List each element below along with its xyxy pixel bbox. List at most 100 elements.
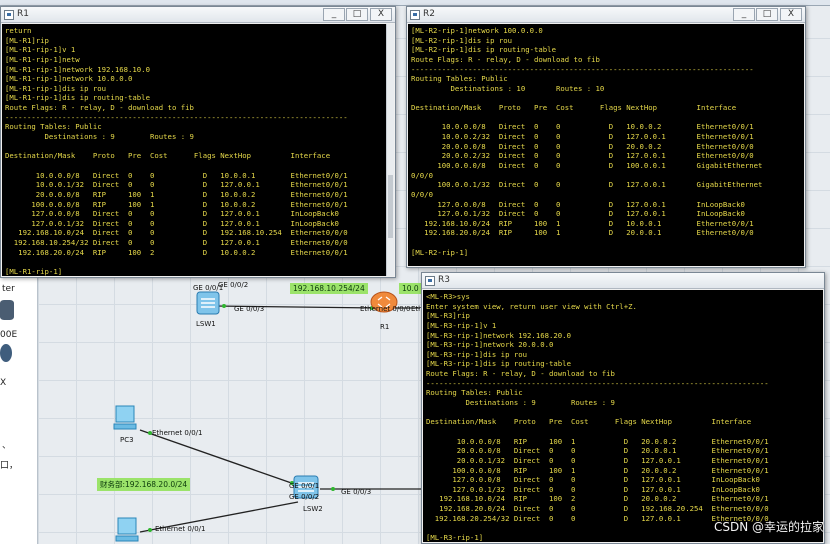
terminal-line: Enter system view, return user view with… xyxy=(426,301,637,311)
scrollbar-thumb[interactable] xyxy=(388,175,393,239)
r1-port-label: Ethernet 0/0/0 xyxy=(360,305,411,313)
terminal-line: 192.168.20.0/24 RIP 100 1 D 20.0.0.1 Eth… xyxy=(411,228,754,238)
terminal-line: 20.0.0.1/32 Direct 0 0 D 127.0.0.1 Ether… xyxy=(426,455,769,465)
r3-terminal-output[interactable]: <ML-R3>sys Enter system view, return user… xyxy=(423,290,823,542)
terminal-line: Destination/Mask Proto Pre Cost Flags Ne… xyxy=(426,417,752,427)
terminal-line: Destination/Mask Proto Pre Cost Flags Ne… xyxy=(411,103,737,113)
finance-subnet-label: 财务部:192.168.20.0/24 xyxy=(97,478,191,491)
terminal-line: 192.168.10.0/24 RIP 100 1 D 10.0.0.1 Eth… xyxy=(411,218,754,228)
terminal-icon xyxy=(410,10,420,20)
r1-scrollbar[interactable] xyxy=(386,24,394,276)
close-button[interactable]: X xyxy=(370,8,392,21)
terminal-line: <ML-R3>sys xyxy=(426,292,470,301)
terminal-line: [ML-R3-rip-1]network 192.168.20.0 xyxy=(426,330,571,340)
lsw2-port-label: GE 0/0/2 xyxy=(289,493,320,501)
minimize-button[interactable]: _ xyxy=(323,8,345,21)
terminal-icon xyxy=(4,10,14,20)
terminal-line: [ML-R3-rip-1]v 1 xyxy=(426,320,497,330)
r3-window-title: R3 xyxy=(438,275,450,285)
terminal-line: ----------------------------------------… xyxy=(411,64,754,74)
terminal-line: 10.0.0.2/32 Direct 0 0 D 127.0.0.1 Ether… xyxy=(411,132,754,142)
port-status-dot xyxy=(331,487,335,491)
terminal-line: ----------------------------------------… xyxy=(5,112,348,122)
terminal-line: 10.0.0.0/8 Direct 0 0 D 10.0.0.2 Etherne… xyxy=(411,122,754,132)
pc3-port-label: Ethernet 0/0/1 xyxy=(152,429,203,437)
terminal-line: 192.168.10.0/24 RIP 100 2 D 20.0.0.2 Eth… xyxy=(426,494,769,504)
r1-subnet-label: 192.168.10.254/24 xyxy=(290,283,368,294)
maximize-button[interactable]: □ xyxy=(756,8,778,21)
r3-console-window[interactable]: R3 <ML-R3>sys Enter system view, return u… xyxy=(421,272,825,544)
terminal-line: 127.0.0.0/8 Direct 0 0 D 127.0.0.1 InLoo… xyxy=(411,199,745,209)
terminal-icon xyxy=(425,276,435,286)
terminal-line: 192.168.10.254/32 Direct 0 0 D 127.0.0.1… xyxy=(5,238,348,248)
terminal-line: [ML-R1-rip-1]dis ip routing-table xyxy=(5,93,150,103)
terminal-line: Destinations : 9 Routes : 9 xyxy=(5,132,194,142)
terminal-line: ----------------------------------------… xyxy=(426,378,769,388)
terminal-line: 100.0.0.1/32 Direct 0 0 D 127.0.0.1 Giga… xyxy=(411,180,763,190)
terminal-line: 100.0.0.0/8 RIP 100 1 D 20.0.0.2 Etherne… xyxy=(426,465,769,475)
terminal-line: [ML-R3-rip-1]dis ip routing-table xyxy=(426,359,571,369)
lsw1-port-label: GE 0/0/3 xyxy=(234,305,265,313)
r1-console-window[interactable]: R1 _ □ X return [ML-R1]rip [ML-R1-rip-1]v … xyxy=(0,6,396,278)
terminal-line: 20.0.0.0/8 Direct 0 0 D 20.0.0.1 Etherne… xyxy=(426,446,769,456)
lsw2-label: LSW2 xyxy=(303,505,323,513)
close-button[interactable]: X xyxy=(780,8,802,21)
r1-terminal-output[interactable]: return [ML-R1]rip [ML-R1-rip-1]v 1 [ML-R1-r… xyxy=(2,24,394,276)
r2-titlebar[interactable]: R2 _ □ X xyxy=(407,7,805,23)
terminal-line: [ML-R3-rip-1]network 20.0.0.0 xyxy=(426,340,554,350)
terminal-line: 10.0.0.0/8 Direct 0 0 D 10.0.0.1 Etherne… xyxy=(5,170,348,180)
r1-label: R1 xyxy=(380,323,390,331)
terminal-line: [ML-R2-rip-1]network 100.0.0.0 xyxy=(411,26,543,35)
terminal-line: 192.168.10.0/24 Direct 0 0 D 192.168.10.… xyxy=(5,228,348,238)
lsw2-port-label: GE 0/0/1 xyxy=(289,482,320,490)
terminal-line: 10.0.0.1/32 Direct 0 0 D 127.0.0.1 Ether… xyxy=(5,180,348,190)
pc-icon xyxy=(115,517,139,542)
lsw1-port-label: GE 0/0/2 xyxy=(218,281,249,289)
terminal-line: Route Flags: R - relay, D - download to … xyxy=(411,54,600,64)
terminal-line: Destinations : 9 Routes : 9 xyxy=(426,398,615,408)
terminal-line: Destination/Mask Proto Pre Cost Flags Ne… xyxy=(5,151,331,161)
port-status-dot xyxy=(148,528,152,532)
r2-window-title: R2 xyxy=(423,9,435,19)
lsw1-node[interactable] xyxy=(196,290,220,316)
terminal-line: 10.0.0.0/8 RIP 100 1 D 20.0.0.2 Ethernet… xyxy=(426,436,769,446)
lsw1-label: LSW1 xyxy=(196,320,216,328)
switch-icon xyxy=(196,291,220,315)
terminal-line: Routing Tables: Public xyxy=(426,388,523,398)
terminal-line: 127.0.0.0/8 Direct 0 0 D 127.0.0.1 InLoo… xyxy=(426,475,760,485)
terminal-line: Route Flags: R - relay, D - download to … xyxy=(5,103,194,113)
terminal-line: 127.0.0.1/32 Direct 0 0 D 127.0.0.1 InLo… xyxy=(411,209,745,219)
minimize-button[interactable]: _ xyxy=(733,8,755,21)
terminal-line: [ML-R1]rip xyxy=(5,35,49,45)
terminal-line: return xyxy=(5,26,32,35)
lsw2-port-label: GE 0/0/3 xyxy=(341,488,372,496)
r2-terminal-output[interactable]: [ML-R2-rip-1]network 100.0.0.0 [ML-R2-rip… xyxy=(408,24,804,266)
port-status-dot xyxy=(222,304,226,308)
terminal-line: 192.168.20.0/24 RIP 100 2 D 10.0.0.2 Eth… xyxy=(5,247,348,257)
terminal-line: [ML-R1-rip-1]dis ip rou xyxy=(5,83,107,93)
r2-console-window[interactable]: R2 _ □ X [ML-R2-rip-1]network 100.0.0.0[… xyxy=(406,6,806,268)
terminal-line: 20.0.0.0/8 Direct 0 0 D 20.0.0.2 Etherne… xyxy=(411,141,754,151)
terminal-line: Route Flags: R - relay, D - download to … xyxy=(426,369,615,379)
terminal-line: Routing Tables: Public xyxy=(5,122,102,132)
terminal-line: Destinations : 10 Routes : 10 xyxy=(411,83,605,93)
r1-titlebar[interactable]: R1 _ □ X xyxy=(1,7,395,23)
terminal-line: [ML-R1-rip-1]network 192.168.10.0 xyxy=(5,64,150,74)
maximize-button[interactable]: □ xyxy=(346,8,368,21)
pc-icon xyxy=(113,405,137,430)
pc4-node[interactable] xyxy=(114,516,140,544)
pc4-port-label: Ethernet 0/0/1 xyxy=(155,525,206,533)
terminal-line: 192.168.20.0/24 Direct 0 0 D 192.168.20.… xyxy=(426,504,769,514)
pc3-node[interactable] xyxy=(112,404,138,432)
terminal-line: 127.0.0.1/32 Direct 0 0 D 127.0.0.1 InLo… xyxy=(426,484,760,494)
r1-r2-subnet-label: 10.0 xyxy=(399,283,422,294)
terminal-line: [ML-R3]rip xyxy=(426,311,470,321)
terminal-line: 127.0.0.0/8 Direct 0 0 D 127.0.0.1 InLoo… xyxy=(5,209,339,219)
r3-titlebar[interactable]: R3 xyxy=(422,273,824,289)
pc3-label: PC3 xyxy=(120,436,134,444)
